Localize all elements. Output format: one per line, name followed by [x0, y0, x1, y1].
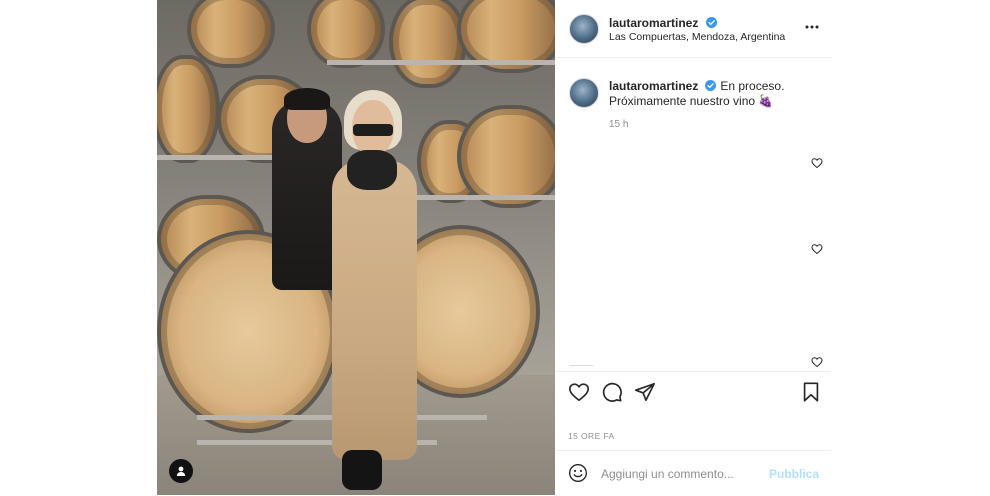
post-actions: [555, 371, 831, 412]
barrel: [389, 0, 467, 88]
verified-badge-icon: [705, 80, 717, 91]
user-tag-icon[interactable]: [169, 459, 193, 483]
post-header: lautaromartinez Las Compuertas, Mendoza,…: [555, 0, 831, 58]
caption-username[interactable]: lautaromartinez: [609, 79, 698, 93]
rack-bar: [412, 195, 555, 200]
comment-like-heart-icon[interactable]: [811, 356, 823, 368]
author-username[interactable]: lautaromartinez: [609, 16, 698, 30]
more-options-icon[interactable]: [803, 18, 821, 36]
caption-time: 15 h: [609, 119, 629, 130]
post-side-panel: lautaromartinez Las Compuertas, Mendoza,…: [555, 0, 831, 495]
caption-avatar[interactable]: [569, 78, 599, 108]
rack-bar: [327, 60, 555, 65]
scroll-divider: [569, 365, 593, 366]
person-woman: [332, 160, 417, 460]
verified-badge-icon: [705, 17, 717, 28]
emoji-icon[interactable]: [568, 463, 588, 483]
boots: [342, 450, 382, 490]
post-photo[interactable]: [157, 0, 555, 495]
author-name-row: lautaromartinez: [609, 14, 717, 32]
share-icon[interactable]: [634, 381, 656, 403]
barrel: [307, 0, 385, 68]
bookmark-icon[interactable]: [800, 381, 822, 403]
barrel: [457, 105, 555, 208]
caption: lautaromartinez En proceso. Próximamente…: [609, 79, 819, 109]
heart-icon[interactable]: [568, 381, 590, 403]
sunglasses: [353, 124, 393, 136]
comment-like-heart-icon[interactable]: [811, 243, 823, 255]
comment-like-heart-icon[interactable]: [811, 157, 823, 169]
comment-icon[interactable]: [601, 381, 623, 403]
author-avatar[interactable]: [569, 14, 599, 44]
location-link[interactable]: Las Compuertas, Mendoza, Argentina: [609, 31, 785, 43]
barrel: [157, 55, 220, 163]
publish-button[interactable]: Pubblica: [769, 467, 819, 481]
scarf: [347, 150, 397, 190]
person-man-hair: [284, 88, 330, 110]
post-date[interactable]: 15 ORE FA: [568, 431, 615, 441]
comment-bar: Pubblica: [555, 450, 831, 496]
comment-input[interactable]: [601, 465, 751, 483]
